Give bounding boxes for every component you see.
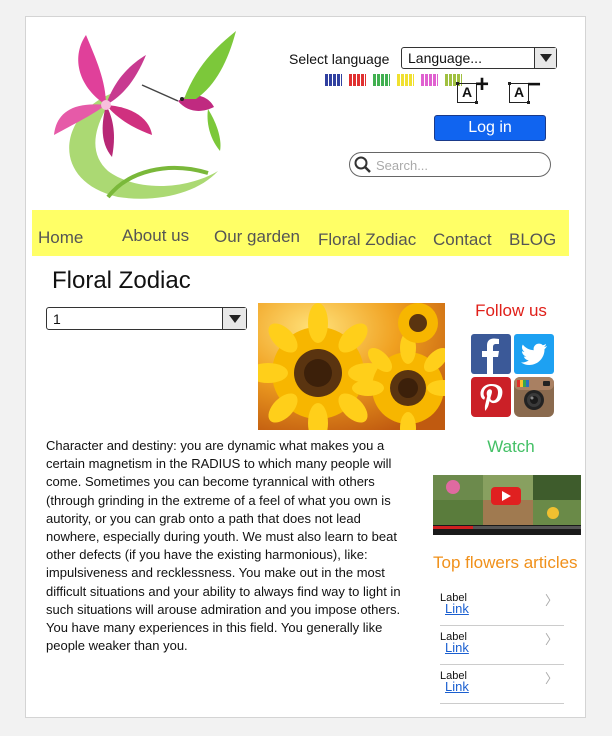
nav-about-us[interactable]: About us	[122, 226, 189, 246]
chevron-right-icon: 〉	[544, 632, 558, 647]
chevron-down-icon[interactable]	[534, 48, 556, 68]
font-size-icon: A	[456, 82, 478, 104]
plus-icon: +	[475, 71, 490, 98]
flag-icon[interactable]	[325, 74, 342, 86]
language-label: Select language	[289, 51, 390, 67]
top-articles-title: Top flowers articles	[433, 553, 578, 572]
zodiac-sign-select[interactable]: 1	[46, 307, 247, 330]
facebook-icon[interactable]	[471, 334, 511, 374]
chevron-right-icon: 〉	[544, 593, 558, 608]
logo	[54, 31, 236, 199]
font-size-icon: A	[508, 82, 530, 104]
search-icon	[354, 156, 371, 173]
language-select[interactable]: Language...	[401, 47, 557, 69]
login-button[interactable]: Log in	[434, 115, 546, 141]
nav-contact[interactable]: Contact	[433, 230, 492, 250]
nav-blog[interactable]: BLOG	[509, 230, 556, 250]
list-item[interactable]: Label Link 〉	[440, 590, 564, 626]
language-flags	[325, 74, 462, 86]
instagram-icon[interactable]	[514, 377, 554, 417]
list-item[interactable]: Label Link 〉	[440, 629, 564, 665]
nav-floral-zodiac[interactable]: Floral Zodiac	[318, 230, 416, 250]
follow-us-title: Follow us	[475, 301, 547, 320]
video-thumbnail[interactable]	[433, 475, 581, 535]
list-item[interactable]: Label Link 〉	[440, 668, 564, 704]
font-decrease-button[interactable]: A −	[508, 73, 553, 104]
pinterest-icon[interactable]	[471, 377, 511, 417]
article-link[interactable]: Link	[445, 640, 469, 655]
sunflower-image	[258, 303, 445, 430]
nav-our-garden[interactable]: Our garden	[214, 227, 300, 247]
chevron-right-icon: 〉	[544, 671, 558, 686]
zodiac-sign-value: 1	[53, 311, 61, 327]
search-input[interactable]: Search...	[349, 152, 551, 177]
flag-icon[interactable]	[349, 74, 366, 86]
flag-icon[interactable]	[397, 74, 414, 86]
nav-home[interactable]: Home	[38, 228, 83, 248]
flag-icon[interactable]	[373, 74, 390, 86]
watch-title: Watch	[487, 437, 535, 456]
article-link[interactable]: Link	[445, 679, 469, 694]
chevron-down-icon[interactable]	[222, 308, 246, 329]
flag-icon[interactable]	[421, 74, 438, 86]
main-nav: Home About us Our garden Floral Zodiac C…	[32, 210, 569, 256]
search-placeholder: Search...	[376, 158, 429, 173]
font-increase-button[interactable]: A +	[456, 73, 501, 104]
page-container: Select language Language... A + A − Log …	[25, 16, 586, 718]
article-link[interactable]: Link	[445, 601, 469, 616]
language-select-value: Language...	[408, 50, 482, 66]
minus-icon: −	[527, 71, 542, 98]
twitter-icon[interactable]	[514, 334, 554, 374]
page-title: Floral Zodiac	[52, 267, 191, 294]
zodiac-description: Character and destiny: you are dynamic w…	[46, 438, 401, 654]
